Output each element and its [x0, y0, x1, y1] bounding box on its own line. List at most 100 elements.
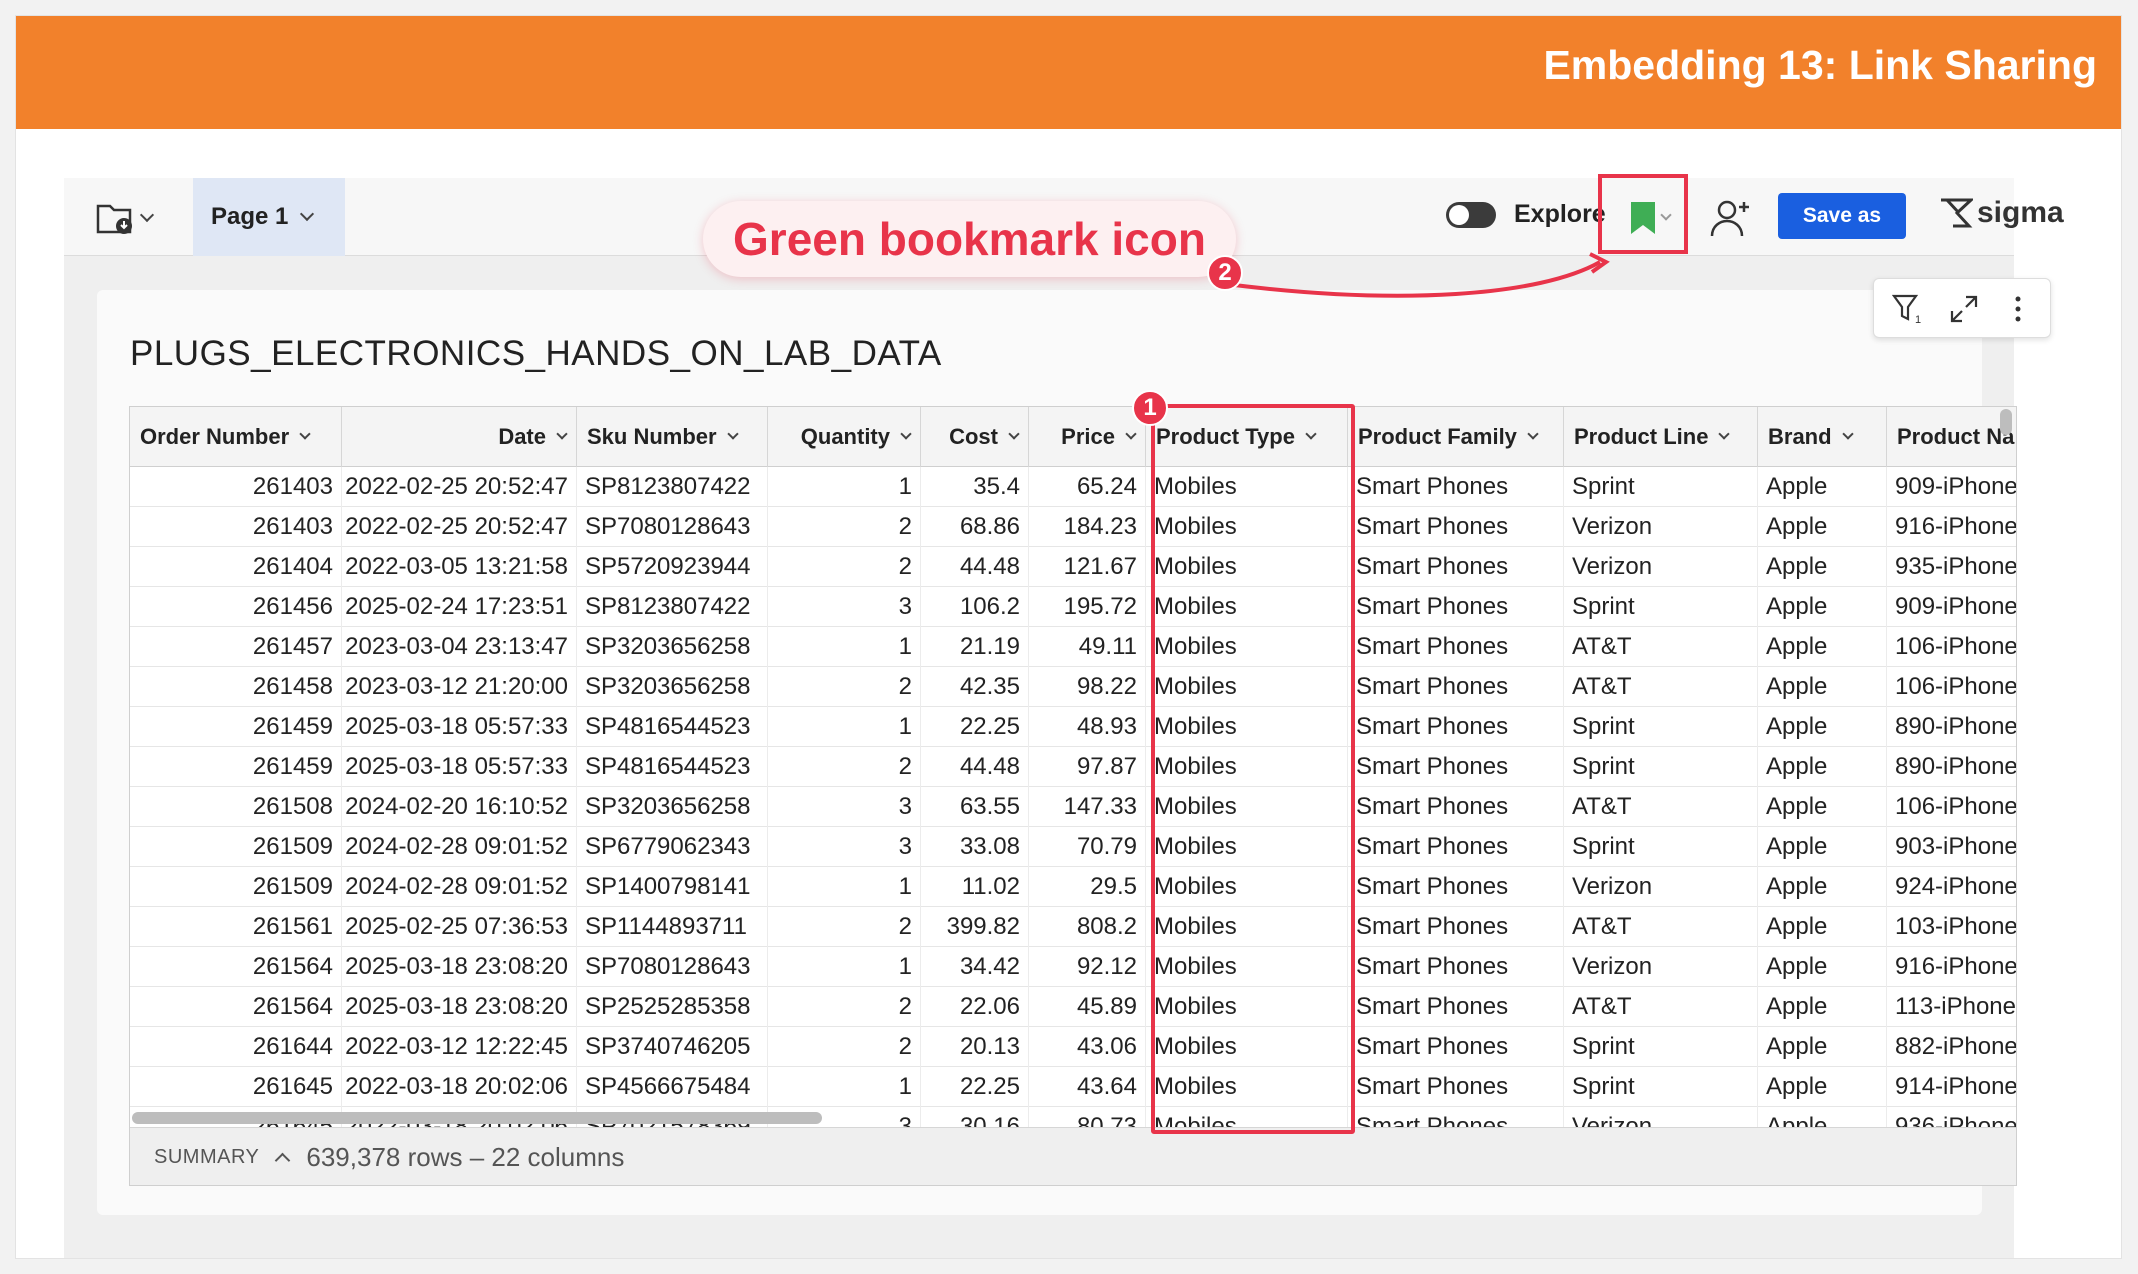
- table-cell: 261404: [130, 547, 342, 587]
- horizontal-scrollbar[interactable]: [132, 1112, 822, 1124]
- table-cell: Apple: [1758, 667, 1887, 707]
- table-cell: 44.48: [921, 547, 1029, 587]
- filter-icon[interactable]: 1: [1892, 293, 1924, 325]
- vertical-scrollbar[interactable]: [2000, 409, 2012, 435]
- table-cell: SP5720923944: [577, 547, 768, 587]
- table-row[interactable]: 261458 2023-03-12 21:20:00 SP3203656258 2 42…: [130, 667, 2016, 707]
- table-cell: Sprint: [1564, 1067, 1758, 1107]
- table-row[interactable]: 261403 2022-02-25 20:52:47 SP7080128643 2 68…: [130, 507, 2016, 547]
- table-row[interactable]: 261459 2025-03-18 05:57:33 SP4816544523 2 44…: [130, 747, 2016, 787]
- table-cell: AT&T: [1564, 987, 1758, 1027]
- table-cell: 98.22: [1029, 667, 1146, 707]
- chevron-down-icon[interactable]: [726, 428, 739, 440]
- tab-page-1[interactable]: Page 1: [193, 178, 345, 256]
- column-header-label: Date: [498, 424, 546, 449]
- summary-bar[interactable]: SUMMARY 639,378 rows – 22 columns: [130, 1127, 2016, 1185]
- callout-label: Green bookmark icon: [703, 201, 1236, 277]
- column-header-label: Product Line: [1574, 424, 1709, 449]
- table-cell: 2024-02-20 16:10:52: [342, 787, 577, 827]
- column-header[interactable]: Sku Number: [577, 407, 768, 467]
- table-row[interactable]: 261644 2022-03-12 12:22:45 SP3740746205 2 20…: [130, 1027, 2016, 1067]
- table-cell: 2024-02-28 09:01:52: [342, 827, 577, 867]
- table-row[interactable]: 261564 2025-03-18 23:08:20 SP7080128643 1 34…: [130, 947, 2016, 987]
- column-header[interactable]: Product Line: [1564, 407, 1758, 467]
- column-header-label: Product Na: [1897, 424, 2015, 449]
- table-row[interactable]: 261508 2024-02-20 16:10:52 SP3203656258 3 63…: [130, 787, 2016, 827]
- table-cell: 35.4: [921, 467, 1029, 507]
- table-cell: Verizon: [1564, 547, 1758, 587]
- column-header[interactable]: Cost: [921, 407, 1029, 467]
- table-cell: Sprint: [1564, 467, 1758, 507]
- row-count: 639,378 rows – 22 columns: [306, 1142, 625, 1172]
- table-cell: 261456: [130, 587, 342, 627]
- table-cell: 261644: [130, 1027, 342, 1067]
- table-cell: Apple: [1758, 987, 1887, 1027]
- chevron-down-icon[interactable]: [900, 428, 912, 440]
- table-row[interactable]: 261645 2022-03-18 20:02:06 SP4566675484 1 22…: [130, 1067, 2016, 1107]
- table-cell: Sprint: [1564, 707, 1758, 747]
- table-cell: 3: [768, 827, 921, 867]
- table-row[interactable]: 261404 2022-03-05 13:21:58 SP5720923944 2 44…: [130, 547, 2016, 587]
- table-cell: 1: [768, 707, 921, 747]
- table-cell: 261457: [130, 627, 342, 667]
- table-cell: Apple: [1758, 747, 1887, 787]
- table-row[interactable]: 261456 2025-02-24 17:23:51 SP8123807422 3 10…: [130, 587, 2016, 627]
- column-header[interactable]: Brand: [1758, 407, 1887, 467]
- table-cell: 261509: [130, 867, 342, 907]
- folder-menu-button[interactable]: [96, 198, 162, 238]
- save-as-button[interactable]: Save as: [1778, 193, 1906, 239]
- table-cell: 48.93: [1029, 707, 1146, 747]
- table-cell: Smart Phones: [1348, 827, 1564, 867]
- table-cell: 2022-02-25 20:52:47: [342, 467, 577, 507]
- table-cell: Smart Phones: [1348, 747, 1564, 787]
- chevron-down-icon[interactable]: [556, 428, 568, 440]
- column-header-label: Brand: [1768, 424, 1832, 449]
- chevron-down-icon[interactable]: [1125, 428, 1137, 440]
- add-user-button[interactable]: [1709, 196, 1753, 240]
- chevron-down-icon[interactable]: [1841, 428, 1854, 440]
- table-row[interactable]: 261457 2023-03-04 23:13:47 SP3203656258 1 21…: [130, 627, 2016, 667]
- add-user-icon: [1710, 200, 1749, 237]
- table-row[interactable]: 261564 2025-03-18 23:08:20 SP2525285358 2 22…: [130, 987, 2016, 1027]
- table-cell: 882-iPhone: [1887, 1027, 2016, 1067]
- table-cell: AT&T: [1564, 667, 1758, 707]
- table-cell: 2: [768, 547, 921, 587]
- table-row[interactable]: 261459 2025-03-18 05:57:33 SP4816544523 1 22…: [130, 707, 2016, 747]
- chevron-down-icon[interactable]: [1718, 428, 1731, 440]
- column-header[interactable]: Order Number: [130, 407, 342, 467]
- chevron-down-icon: [139, 207, 155, 223]
- logo-text: sigma: [1977, 196, 2064, 229]
- table-row[interactable]: 261561 2025-02-25 07:36:53 SP1144893711 2 39…: [130, 907, 2016, 947]
- chevron-down-icon[interactable]: [299, 428, 311, 440]
- column-header[interactable]: Product Family: [1348, 407, 1564, 467]
- table-cell: 2022-02-25 20:52:47: [342, 507, 577, 547]
- chevron-down-icon[interactable]: [1527, 428, 1539, 440]
- chevron-down-icon[interactable]: [1008, 428, 1020, 440]
- explore-label: Explore: [1514, 200, 1606, 228]
- table-row[interactable]: 261403 2022-02-25 20:52:47 SP8123807422 1 35…: [130, 467, 2016, 507]
- table-cell: 106-iPhone: [1887, 627, 2016, 667]
- table-cell: 2: [768, 907, 921, 947]
- table-cell: Smart Phones: [1348, 867, 1564, 907]
- chevron-up-icon[interactable]: [275, 1152, 291, 1169]
- table-cell: 42.35: [921, 667, 1029, 707]
- column-header-label: Order Number: [140, 424, 290, 449]
- column-header[interactable]: Date: [342, 407, 577, 467]
- table-row[interactable]: 261509 2024-02-28 09:01:52 SP1400798141 1 11…: [130, 867, 2016, 907]
- table-cell: Smart Phones: [1348, 987, 1564, 1027]
- table-cell: AT&T: [1564, 627, 1758, 667]
- column-header[interactable]: Product Na: [1887, 407, 2016, 467]
- table-cell: 2022-03-05 13:21:58: [342, 547, 577, 587]
- column-header[interactable]: Quantity: [768, 407, 921, 467]
- table-cell: 22.25: [921, 707, 1029, 747]
- explore-toggle[interactable]: [1446, 201, 1496, 228]
- table-cell: Smart Phones: [1348, 627, 1564, 667]
- more-icon[interactable]: [2002, 293, 2034, 325]
- table-cell: 1: [768, 867, 921, 907]
- table-cell: 261403: [130, 467, 342, 507]
- table-cell: Smart Phones: [1348, 1067, 1564, 1107]
- expand-icon[interactable]: [1948, 293, 1980, 325]
- table-row[interactable]: 261509 2024-02-28 09:01:52 SP6779062343 3 33…: [130, 827, 2016, 867]
- column-header[interactable]: Price: [1029, 407, 1146, 467]
- table-cell: 65.24: [1029, 467, 1146, 507]
